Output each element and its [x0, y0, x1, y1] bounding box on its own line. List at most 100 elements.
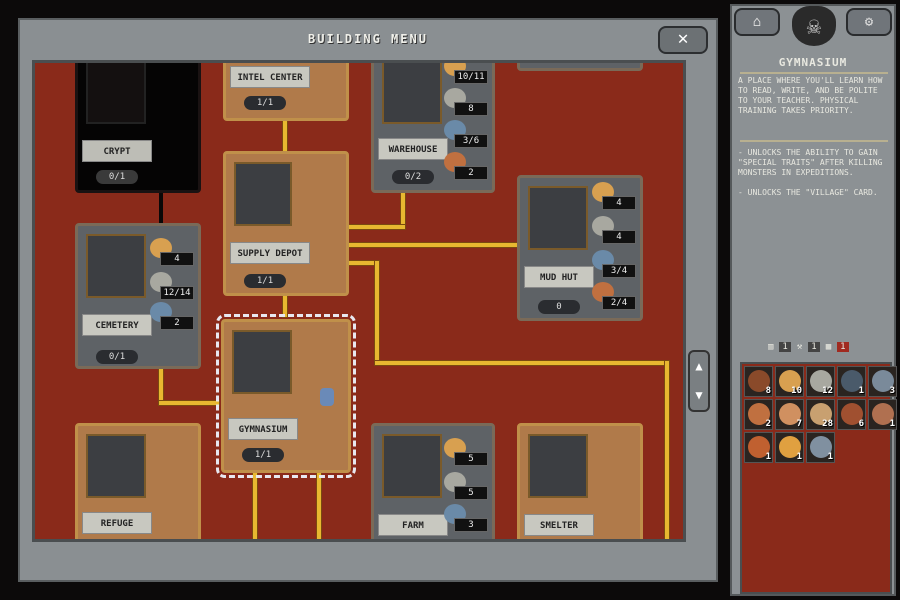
connector [375, 361, 667, 365]
scroll-buttons[interactable]: ▲ ▼ [688, 350, 710, 412]
building-art [86, 434, 146, 498]
resource-cost: 3/4 [592, 250, 636, 284]
building-art [382, 63, 442, 124]
inventory-slot[interactable]: 1 [837, 366, 866, 397]
building-menu-window: BUILDING MENU ✕ CRYPT 0/1 INTEL CENTER 1… [18, 18, 718, 582]
inventory-qty: 8 [765, 386, 771, 396]
building-art [528, 186, 588, 250]
building-name: SUPPLY DEPOT [230, 242, 310, 264]
inventory-slot[interactable]: 8 [744, 366, 773, 397]
inventory-slot[interactable]: 6 [837, 399, 866, 430]
connector [159, 368, 163, 404]
building-card-farm[interactable]: FARM 5 5 3 [371, 423, 495, 539]
building-count: 1/1 [244, 96, 286, 110]
building-card-refuge[interactable]: REFUGE [75, 423, 201, 539]
building-effect: - UNLOCKS THE "VILLAGE" CARD. [738, 188, 878, 197]
resource-cost: 5 [444, 438, 488, 472]
building-art [232, 330, 292, 394]
resource-cost: 12/14 [150, 272, 194, 306]
building-card-crypt[interactable]: CRYPT 0/1 [75, 63, 201, 193]
inventory-slot[interactable]: 10 [775, 366, 804, 397]
inventory-slot[interactable]: 3 [868, 366, 897, 397]
inventory-slot[interactable]: 1 [806, 432, 835, 463]
inventory-qty: 2 [765, 419, 771, 429]
building-count: 0 [538, 300, 580, 314]
inventory-slot[interactable]: 7 [775, 399, 804, 430]
gear-icon: ⚙ [864, 14, 874, 30]
craft-icon: ⚒ [796, 342, 803, 352]
inventory-qty: 6 [858, 419, 864, 429]
inventory-qty: 1 [858, 386, 864, 396]
resource-cost: 10/11 [444, 63, 488, 90]
inventory-slot[interactable]: 12 [806, 366, 835, 397]
skull-emblem-icon: ☠ [792, 6, 836, 46]
building-art [234, 162, 292, 226]
connector [159, 193, 163, 223]
building-art [86, 234, 146, 298]
building-card-warehouse[interactable]: WAREHOUSE 0/2 10/11 8 3/6 2 [371, 63, 495, 193]
hand-cursor-icon [320, 388, 334, 406]
building-card-cemetery[interactable]: CEMETERY 0/1 4 12/14 2 [75, 223, 201, 369]
inventory-slot[interactable]: 1 [775, 432, 804, 463]
building-name: GYMNASIUM [228, 418, 298, 440]
inventory-qty: 12 [822, 386, 833, 396]
connector [375, 261, 379, 363]
building-name: REFUGE [82, 512, 152, 534]
connector [159, 401, 219, 405]
building-name: CRYPT [82, 140, 152, 162]
map-icon: ▦ [825, 342, 832, 352]
inventory-qty: 7 [796, 419, 802, 429]
camp-counters: ▥ 1 ⚒ 1 ▦ 1 [768, 342, 849, 352]
resource-cost: 4 [150, 238, 194, 272]
connector [665, 361, 669, 539]
building-card-mud-hut[interactable]: MUD HUT 0 4 4 3/4 2/4 [517, 175, 643, 321]
building-card-cut-off[interactable] [517, 63, 643, 71]
building-count: 0/1 [96, 350, 138, 364]
resource-cost: 3/6 [444, 120, 488, 154]
inventory-qty: 1 [889, 419, 895, 429]
inventory-slot[interactable]: 1 [744, 432, 773, 463]
building-effect: - UNLOCKS THE ABILITY TO GAIN "SPECIAL T… [738, 148, 883, 177]
building-tree[interactable]: CRYPT 0/1 INTEL CENTER 1/1 WAREHOUSE 0/2… [32, 60, 686, 542]
resource-cost: 4 [592, 216, 636, 250]
scroll-down-icon[interactable]: ▼ [690, 381, 708, 410]
camp-icon: ▥ [768, 342, 774, 352]
building-name: SMELTER [524, 514, 594, 536]
building-count: 0/1 [96, 170, 138, 184]
connector [401, 193, 405, 227]
inventory-qty: 28 [822, 419, 833, 429]
connector [283, 121, 287, 151]
building-card-intel-center[interactable]: INTEL CENTER 1/1 [223, 63, 349, 121]
divider [740, 140, 888, 142]
building-count: 0/2 [392, 170, 434, 184]
camp-button[interactable]: ⌂ [734, 8, 780, 36]
building-name: FARM [378, 514, 448, 536]
connector [347, 243, 519, 247]
connector [347, 261, 377, 265]
building-card-gymnasium[interactable]: GYMNASIUM 1/1 [216, 314, 356, 478]
inventory-qty: 3 [889, 386, 895, 396]
building-title: GYMNASIUM [778, 56, 848, 69]
connector [283, 293, 287, 317]
resource-cost: 2 [444, 152, 488, 186]
inventory-slot[interactable]: 2 [744, 399, 773, 430]
inventory-qty: 10 [791, 386, 802, 396]
inventory-slot[interactable]: 1 [868, 399, 897, 430]
building-card-smelter[interactable]: SMELTER [517, 423, 643, 539]
connector [253, 473, 257, 539]
resource-inventory: 8 10 12 1 3 2 7 28 6 1 1 1 1 [740, 362, 897, 594]
scroll-up-icon[interactable]: ▲ [690, 352, 708, 381]
building-card-supply-depot[interactable]: SUPPLY DEPOT 1/1 [223, 151, 349, 296]
camp-icon: ⌂ [752, 14, 762, 30]
building-name: MUD HUT [524, 266, 594, 288]
close-x-icon: ✕ [677, 28, 689, 49]
inventory-slot[interactable]: 28 [806, 399, 835, 430]
building-info-panel: ⌂ ☠ ⚙ GYMNASIUM A PLACE WHERE YOU'LL LEA… [730, 4, 897, 596]
inventory-qty: 1 [827, 452, 833, 462]
close-button[interactable]: ✕ [658, 26, 708, 54]
building-count: 1/1 [242, 448, 284, 462]
settings-button[interactable]: ⚙ [846, 8, 892, 36]
building-description: A PLACE WHERE YOU'LL LEARN HOW TO READ, … [738, 76, 883, 115]
inventory-qty: 1 [765, 452, 771, 462]
resource-cost: 2/4 [592, 282, 636, 316]
